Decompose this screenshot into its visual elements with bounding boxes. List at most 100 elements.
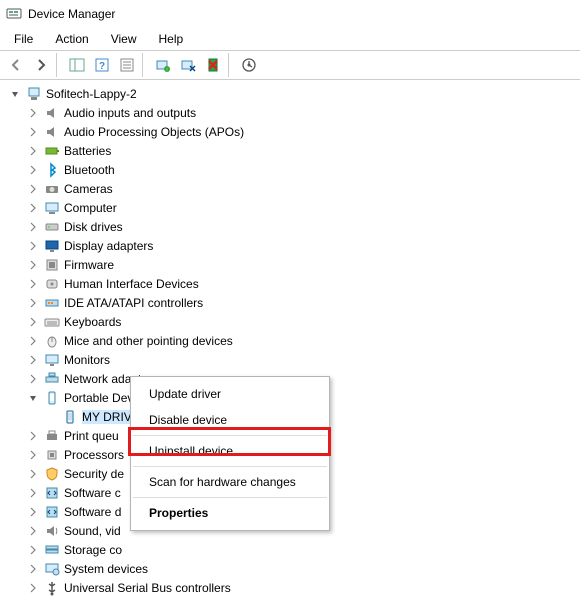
chevron-right-icon[interactable] (26, 277, 40, 291)
chevron-right-icon[interactable] (26, 543, 40, 557)
chevron-right-icon[interactable] (26, 562, 40, 576)
chevron-right-icon[interactable] (26, 486, 40, 500)
chevron-right-icon[interactable] (26, 220, 40, 234)
category-battery[interactable]: Batteries (2, 141, 578, 160)
category-monitor[interactable]: Monitors (2, 350, 578, 369)
portable-icon (44, 390, 60, 406)
chevron-right-icon[interactable] (26, 239, 40, 253)
category-disk[interactable]: Disk drives (2, 217, 578, 236)
menu-uninstall-device[interactable]: Uninstall device (133, 438, 327, 464)
update-driver-button[interactable]: ↑ (151, 53, 175, 77)
node-label: Mice and other pointing devices (64, 334, 233, 348)
category-audio[interactable]: Audio inputs and outputs (2, 103, 578, 122)
node-label: Bluetooth (64, 163, 115, 177)
menu-properties[interactable]: Properties (133, 500, 327, 526)
chevron-right-icon[interactable] (26, 144, 40, 158)
disable-device-button[interactable] (176, 53, 200, 77)
keyboard-icon (44, 314, 60, 330)
properties-button[interactable] (115, 53, 139, 77)
display-icon (44, 238, 60, 254)
node-label: IDE ATA/ATAPI controllers (64, 296, 203, 310)
chevron-right-icon[interactable] (26, 182, 40, 196)
category-system[interactable]: System devices (2, 559, 578, 578)
uninstall-device-button[interactable] (201, 53, 225, 77)
node-label: Display adapters (64, 239, 153, 253)
node-label: Batteries (64, 144, 111, 158)
menu-help[interactable]: Help (149, 30, 194, 48)
svg-text:↑: ↑ (166, 67, 169, 73)
back-button[interactable] (4, 53, 28, 77)
node-label: Security de (64, 467, 124, 481)
app-icon (6, 6, 22, 22)
node-label: Disk drives (64, 220, 123, 234)
chevron-right-icon[interactable] (26, 163, 40, 177)
category-usb[interactable]: Universal Serial Bus controllers (2, 578, 578, 597)
forward-button[interactable] (29, 53, 53, 77)
help-button[interactable]: ? (90, 53, 114, 77)
node-label: Sound, vid (64, 524, 121, 538)
node-label: Cameras (64, 182, 113, 196)
network-icon (44, 371, 60, 387)
drive-icon (62, 409, 78, 425)
category-camera[interactable]: Cameras (2, 179, 578, 198)
menu-bar: File Action View Help (0, 28, 580, 50)
menu-file[interactable]: File (4, 30, 43, 48)
security-icon (44, 466, 60, 482)
node-label: Processors (64, 448, 124, 462)
firmware-icon (44, 257, 60, 273)
monitor-icon (44, 352, 60, 368)
bluetooth-icon (44, 162, 60, 178)
chevron-right-icon[interactable] (26, 448, 40, 462)
chevron-right-icon[interactable] (26, 258, 40, 272)
chevron-down-icon[interactable] (8, 87, 22, 101)
system-icon (44, 561, 60, 577)
node-label: Universal Serial Bus controllers (64, 581, 231, 595)
chevron-right-icon[interactable] (26, 296, 40, 310)
chevron-right-icon[interactable] (26, 353, 40, 367)
chevron-right-icon[interactable] (26, 467, 40, 481)
chevron-down-icon[interactable] (26, 391, 40, 405)
menu-separator (133, 497, 327, 498)
computer-icon (44, 200, 60, 216)
chevron-right-icon[interactable] (26, 505, 40, 519)
category-bluetooth[interactable]: Bluetooth (2, 160, 578, 179)
software-icon (44, 504, 60, 520)
category-storage[interactable]: Storage co (2, 540, 578, 559)
category-keyboard[interactable]: Keyboards (2, 312, 578, 331)
menu-update-driver[interactable]: Update driver (133, 381, 327, 407)
category-hid[interactable]: Human Interface Devices (2, 274, 578, 293)
toolbar: ? ↑ (0, 50, 580, 80)
chevron-right-icon[interactable] (26, 524, 40, 538)
chevron-right-icon[interactable] (26, 372, 40, 386)
category-display[interactable]: Display adapters (2, 236, 578, 255)
node-label: Human Interface Devices (64, 277, 199, 291)
chevron-right-icon[interactable] (26, 429, 40, 443)
menu-view[interactable]: View (101, 30, 147, 48)
node-label: Software d (64, 505, 121, 519)
show-hide-console-button[interactable] (65, 53, 89, 77)
printer-icon (44, 428, 60, 444)
node-label: Print queu (64, 429, 119, 443)
chevron-right-icon[interactable] (26, 106, 40, 120)
menu-scan-hardware[interactable]: Scan for hardware changes (133, 469, 327, 495)
root-node[interactable]: Sofitech-Lappy-2 (2, 84, 578, 103)
node-label: Keyboards (64, 315, 121, 329)
menu-disable-device[interactable]: Disable device (133, 407, 327, 433)
node-label: Storage co (64, 543, 122, 557)
pc-icon (26, 86, 42, 102)
expander-spacer (44, 410, 58, 424)
category-audio[interactable]: Audio Processing Objects (APOs) (2, 122, 578, 141)
chevron-right-icon[interactable] (26, 581, 40, 595)
chevron-right-icon[interactable] (26, 334, 40, 348)
menu-action[interactable]: Action (45, 30, 98, 48)
category-ide[interactable]: IDE ATA/ATAPI controllers (2, 293, 578, 312)
category-computer[interactable]: Computer (2, 198, 578, 217)
title-bar: Device Manager (0, 0, 580, 28)
category-firmware[interactable]: Firmware (2, 255, 578, 274)
category-mouse[interactable]: Mice and other pointing devices (2, 331, 578, 350)
node-label: Firmware (64, 258, 114, 272)
chevron-right-icon[interactable] (26, 125, 40, 139)
chevron-right-icon[interactable] (26, 315, 40, 329)
chevron-right-icon[interactable] (26, 201, 40, 215)
scan-hardware-button[interactable] (237, 53, 261, 77)
